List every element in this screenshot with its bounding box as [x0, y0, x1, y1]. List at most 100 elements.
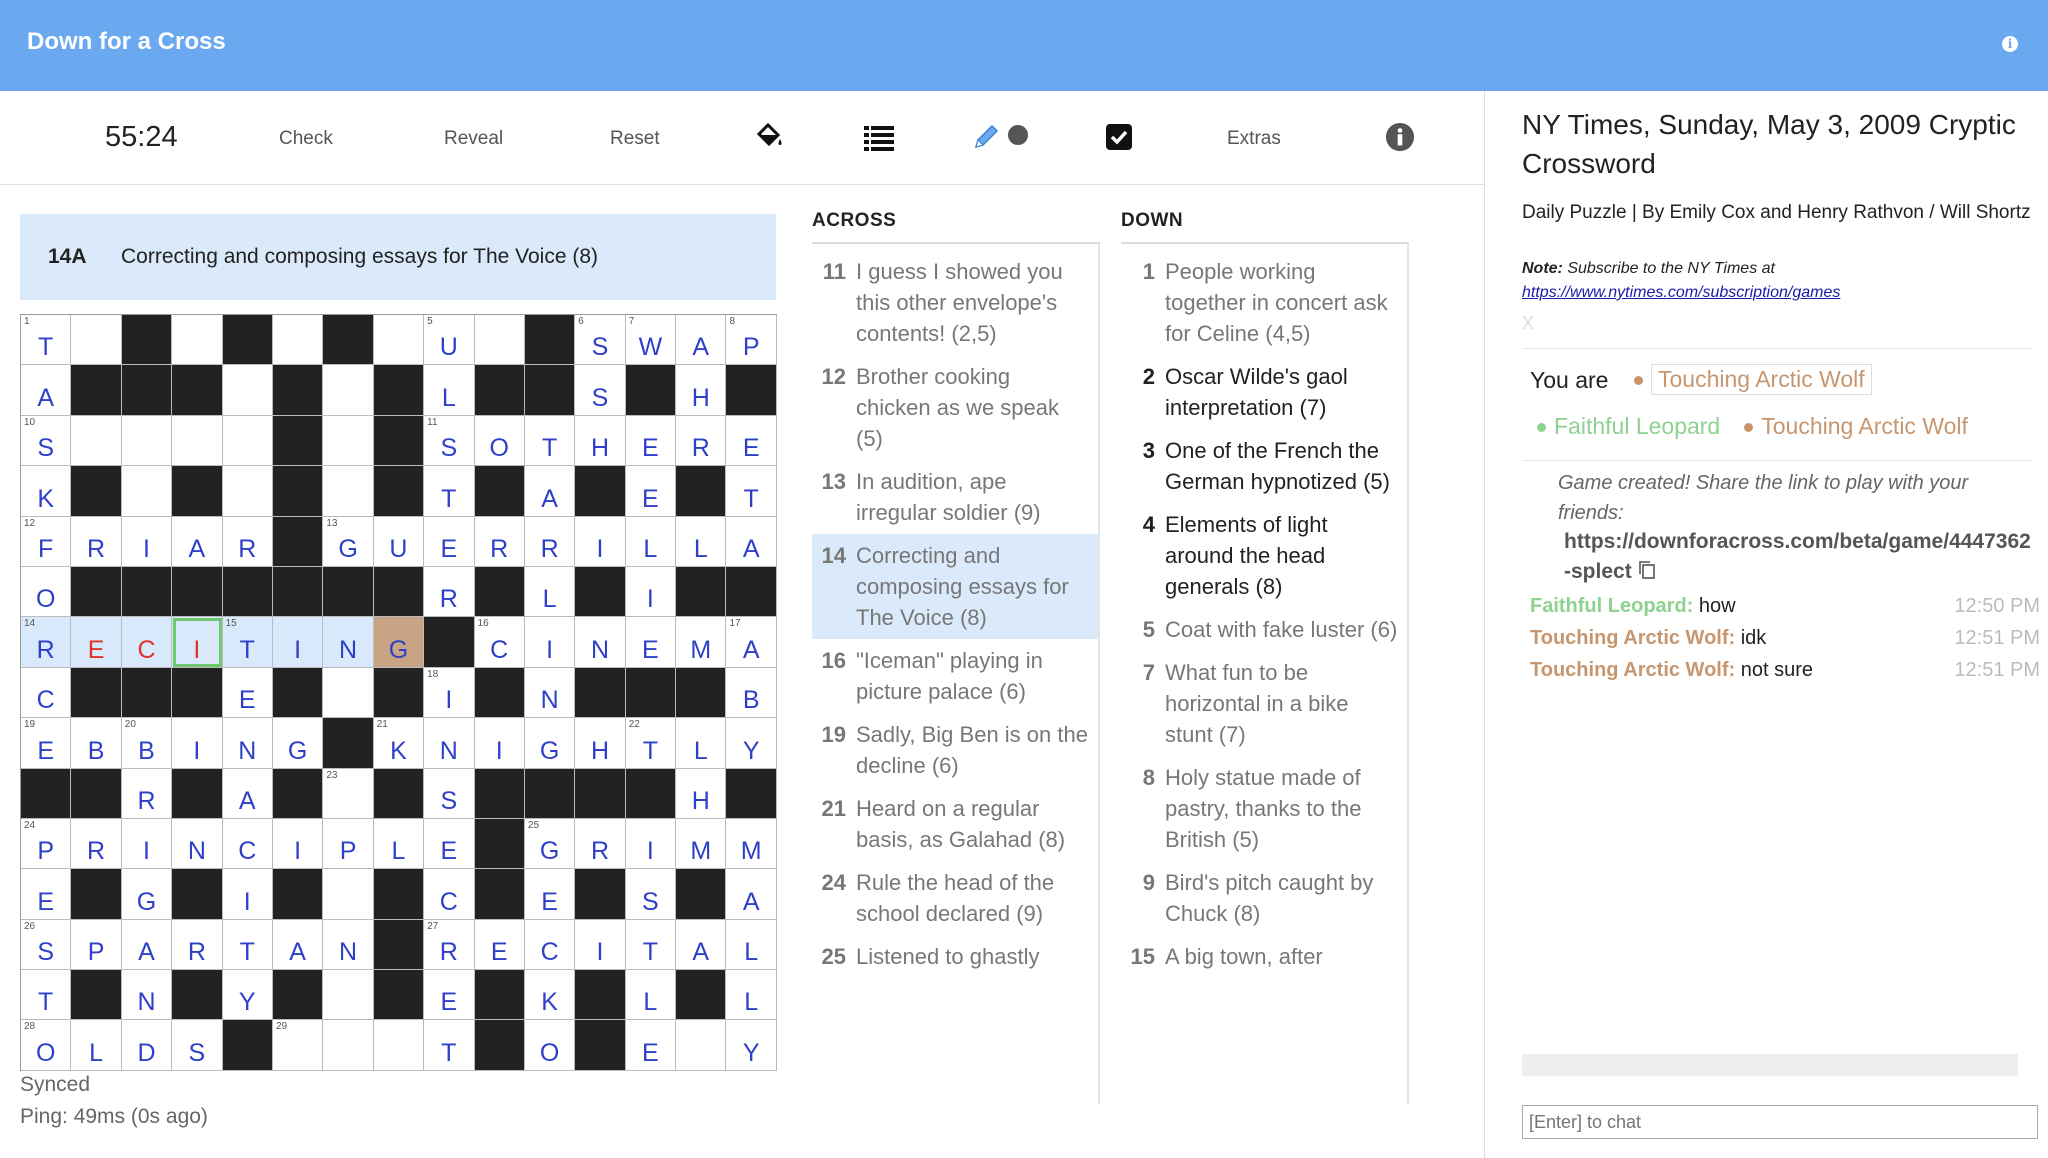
grid-cell[interactable]: D [121, 1020, 173, 1071]
grid-cell[interactable]: R [71, 516, 122, 567]
grid-cell[interactable]: C [424, 869, 475, 920]
grid-cell[interactable]: A [272, 919, 324, 971]
grid-cell[interactable]: 14 R [21, 617, 72, 668]
grid-cell[interactable] [222, 466, 273, 517]
grid-cell[interactable]: B [726, 667, 777, 719]
grid-cell[interactable]: 24 P [21, 818, 72, 870]
grid-cell[interactable]: O [474, 415, 525, 467]
grid-cell[interactable]: M [676, 818, 727, 870]
grid-cell[interactable]: E [222, 667, 273, 719]
grid-cell[interactable]: H [575, 415, 626, 467]
grid-cell[interactable]: N [323, 617, 374, 668]
reveal-button[interactable]: Reveal [444, 128, 503, 150]
grid-cell[interactable] [373, 315, 425, 366]
grid-cell[interactable]: E [625, 1020, 677, 1071]
grid-cell[interactable]: E [625, 415, 677, 467]
grid-cell[interactable] [373, 1020, 425, 1071]
grid-cell[interactable]: 15 T [222, 617, 273, 668]
grid-cell[interactable]: T [524, 415, 576, 467]
timer[interactable]: 55:24 [105, 121, 178, 154]
chat-author[interactable]: Touching Arctic Wolf: [1530, 627, 1735, 649]
across-clue-list[interactable]: 11 I guess I showed you this other envelo… [812, 244, 1100, 1104]
grid-cell[interactable]: R [474, 516, 525, 567]
grid-cell[interactable]: N [323, 919, 374, 971]
grid-cell[interactable]: L [373, 818, 425, 870]
grid-cell[interactable]: L [625, 516, 677, 567]
down-clue-4[interactable]: 4 Elements of light around the head gener… [1121, 503, 1407, 608]
crossword-grid[interactable]: 1 T 5 U 6 S 7 W A 8 P A L S H 10 S 11 S O T H E R E K T A E T 12 F R I A R 1… [20, 314, 777, 1071]
grid-cell[interactable]: R [172, 919, 223, 971]
grid-cell[interactable]: C [121, 617, 173, 668]
grid-cell[interactable]: C [222, 818, 273, 870]
grid-cell[interactable]: Y [726, 1020, 777, 1071]
across-clue-16[interactable]: 16 "Iceman" playing in picture palace (6) [812, 639, 1098, 713]
grid-cell[interactable]: I [272, 617, 324, 668]
grid-cell[interactable]: L [726, 919, 777, 971]
list-icon[interactable] [863, 121, 895, 153]
grid-cell[interactable] [323, 1020, 374, 1071]
grid-cell[interactable]: I [172, 617, 223, 668]
grid-cell[interactable]: R [222, 516, 273, 567]
grid-cell[interactable]: N [524, 667, 576, 719]
grid-cell[interactable]: C [21, 667, 72, 719]
grid-cell[interactable]: L [625, 970, 677, 1021]
grid-cell[interactable] [71, 315, 122, 366]
check-button[interactable]: Check [279, 128, 333, 150]
grid-cell[interactable] [172, 415, 223, 467]
grid-cell[interactable]: 29 [272, 1020, 324, 1071]
grid-cell[interactable]: L [726, 970, 777, 1021]
grid-cell[interactable]: T [726, 466, 777, 517]
current-user-name-input[interactable]: Touching Arctic Wolf [1651, 364, 1872, 395]
across-clue-14[interactable]: 14 Correcting and composing essays for Th… [812, 534, 1098, 639]
grid-cell[interactable]: R [524, 516, 576, 567]
grid-cell[interactable]: 18 I [424, 667, 475, 719]
across-clue-19[interactable]: 19 Sadly, Big Ben is on the decline (6) [812, 713, 1098, 787]
grid-cell[interactable]: E [21, 869, 72, 920]
grid-cell[interactable]: 21 K [373, 718, 425, 769]
grid-cell[interactable] [71, 415, 122, 467]
grid-cell[interactable]: E [625, 617, 677, 668]
grid-cell[interactable]: T [222, 919, 273, 971]
grid-cell[interactable]: A [726, 516, 777, 567]
grid-cell[interactable]: T [424, 1020, 475, 1071]
extras-button[interactable]: Extras [1227, 128, 1281, 150]
grid-cell[interactable]: I [575, 919, 626, 971]
grid-cell[interactable] [323, 970, 374, 1021]
grid-cell[interactable]: H [676, 768, 727, 819]
grid-cell[interactable]: R [121, 768, 173, 819]
down-clue-7[interactable]: 7 What fun to be horizontal in a bike stu… [1121, 651, 1407, 756]
grid-cell[interactable]: O [21, 566, 72, 618]
grid-cell[interactable]: S [575, 365, 626, 416]
close-note-button[interactable]: X [1522, 313, 1534, 334]
grid-cell[interactable] [121, 415, 173, 467]
grid-cell[interactable]: L [424, 365, 475, 416]
grid-cell[interactable] [323, 667, 374, 719]
info-icon[interactable]: i [2002, 36, 2018, 52]
chat-author[interactable]: Touching Arctic Wolf: [1530, 659, 1735, 681]
grid-cell[interactable]: A [726, 869, 777, 920]
grid-cell[interactable]: G [121, 869, 173, 920]
grid-cell[interactable]: R [575, 818, 626, 870]
across-clue-12[interactable]: 12 Brother cooking chicken as we speak (5… [812, 355, 1098, 460]
grid-cell[interactable]: A [676, 919, 727, 971]
down-clue-8[interactable]: 8 Holy statue made of pastry, thanks to t… [1121, 756, 1407, 861]
down-clue-9[interactable]: 9 Bird's pitch caught by Chuck (8) [1121, 861, 1407, 935]
across-clue-13[interactable]: 13 In audition, ape irregular soldier (9) [812, 460, 1098, 534]
grid-cell[interactable]: I [625, 566, 677, 618]
grid-cell[interactable]: 23 [323, 768, 374, 819]
grid-cell[interactable]: I [121, 516, 173, 567]
grid-cell[interactable]: R [424, 566, 475, 618]
grid-cell[interactable]: 16 C [474, 617, 525, 668]
grid-cell[interactable]: G [373, 617, 425, 668]
subscription-link[interactable]: https://www.nytimes.com/subscription/gam… [1522, 284, 1840, 302]
grid-cell[interactable]: 19 E [21, 718, 72, 769]
grid-cell[interactable]: M [726, 818, 777, 870]
grid-cell[interactable]: 22 T [625, 718, 677, 769]
grid-cell[interactable] [676, 1020, 727, 1071]
grid-cell[interactable]: Y [222, 970, 273, 1021]
grid-cell[interactable]: A [676, 315, 727, 366]
grid-cell[interactable]: H [575, 718, 626, 769]
grid-cell[interactable]: L [676, 516, 727, 567]
across-clue-24[interactable]: 24 Rule the head of the school declared (… [812, 861, 1098, 935]
grid-cell[interactable]: E [726, 415, 777, 467]
